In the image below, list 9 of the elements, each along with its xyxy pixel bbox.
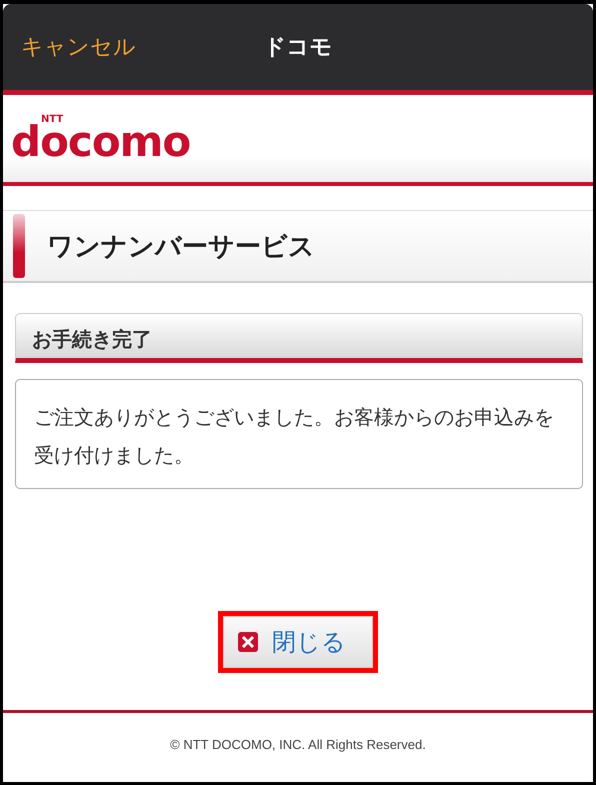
message-box: ご注文ありがとうございました。お客様からのお申込みを受け付けました。 [15,379,583,489]
heading-marker-icon [13,214,25,278]
section-heading: お手続き完了 [15,313,583,363]
window-title: ドコモ [264,34,332,62]
page-heading: ワンナンバーサービス [3,210,593,283]
cancel-button[interactable]: キャンセル [21,32,136,62]
copyright-text: © NTT DOCOMO, INC. All Rights Reserved. [3,710,593,752]
close-button[interactable]: 閉じる [223,616,373,668]
close-icon [238,632,258,652]
